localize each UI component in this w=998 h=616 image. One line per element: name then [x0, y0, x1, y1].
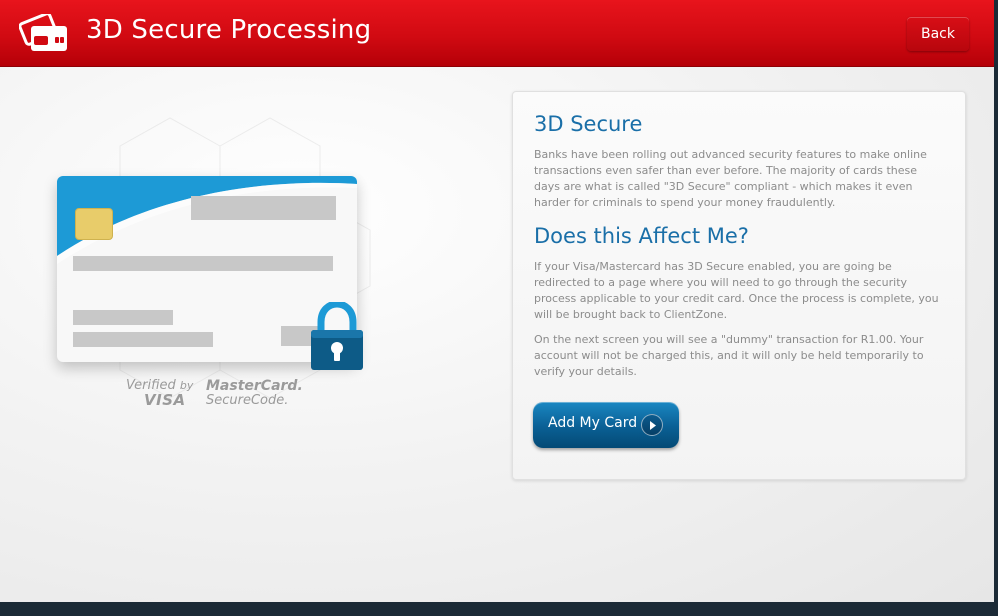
credit-cards-icon [19, 14, 67, 51]
header-bar: 3D Secure Processing Back [0, 0, 994, 67]
heading-affect-me: Does this Affect Me? [534, 224, 749, 248]
back-button[interactable]: Back [907, 17, 969, 51]
add-my-card-label: Add My Card [548, 415, 638, 431]
card-chip [75, 208, 113, 240]
padlock-icon [311, 302, 363, 370]
securecode-text: SecureCode. [206, 393, 289, 408]
verified-by-visa-logo: Verified by VISA [126, 378, 193, 409]
card-name-line [73, 310, 173, 325]
add-my-card-button[interactable]: Add My Card [533, 402, 679, 448]
arrow-right-icon [641, 414, 663, 436]
heading-3d-secure: 3D Secure [534, 112, 643, 136]
card-number-line [73, 256, 333, 271]
paragraph-3d-secure: Banks have been rolling out advanced sec… [534, 148, 927, 209]
paragraph-redirect: If your Visa/Mastercard has 3D Secure en… [534, 260, 939, 321]
page-title: 3D Secure Processing [86, 15, 372, 45]
mastercard-text: MasterCard. [206, 378, 303, 394]
card-number-placeholder [191, 196, 336, 220]
card-expiry-line [73, 332, 213, 347]
window-border-right [994, 0, 998, 616]
visa-text: VISA [144, 391, 186, 409]
paragraph-dummy-transaction: On the next screen you will see a "dummy… [534, 333, 924, 378]
app-window: 3D Secure Processing Back Verified by VI… [0, 0, 994, 602]
window-border-bottom [0, 602, 998, 616]
info-panel: 3D Secure Banks have been rolling out ad… [512, 91, 966, 480]
mastercard-securecode-logo: MasterCard. SecureCode. [206, 378, 303, 408]
